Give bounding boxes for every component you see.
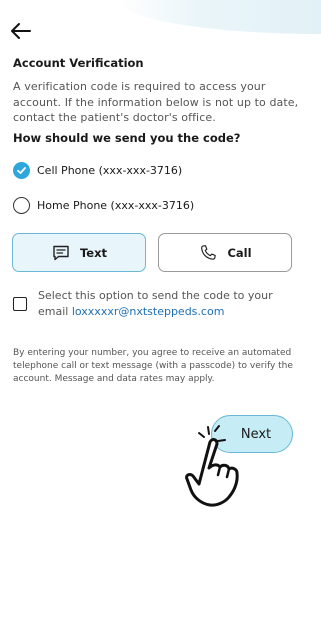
radio-home-phone[interactable]: Home Phone (xxx-xxx-3716)	[13, 197, 194, 214]
email-checkbox[interactable]	[13, 297, 27, 311]
next-button[interactable]: Next	[211, 415, 293, 453]
email-option[interactable]: Select this option to send the code to y…	[13, 288, 298, 319]
call-method-label: Call	[227, 245, 252, 260]
next-button-label: Next	[240, 426, 272, 442]
arrow-left-icon	[11, 23, 31, 39]
verification-description: A verification code is required to acces…	[13, 80, 299, 124]
check-icon	[17, 167, 26, 174]
call-method-button[interactable]: Call	[158, 233, 292, 272]
radio-label-cell-phone: Cell Phone (xxx-xxx-3716)	[37, 164, 183, 177]
radio-button[interactable]	[13, 197, 30, 214]
radio-button-checked[interactable]	[13, 162, 30, 179]
send-code-question: How should we send you the code?	[13, 131, 241, 145]
radio-label-home-phone: Home Phone (xxx-xxx-3716)	[37, 199, 195, 212]
radio-cell-phone[interactable]: Cell Phone (xxx-xxx-3716)	[13, 162, 182, 179]
email-option-text: Select this option to send the code to y…	[38, 288, 298, 319]
header-decoration	[118, 0, 321, 34]
text-method-button[interactable]: Text	[12, 233, 146, 272]
email-address: loxxxxxr@nxtsteppeds.com	[71, 304, 225, 318]
page-title: Account Verification	[13, 56, 144, 70]
back-button[interactable]	[8, 20, 34, 42]
text-method-label: Text	[79, 245, 108, 260]
consent-text: By entering your number, you agree to re…	[13, 348, 293, 384]
message-icon	[51, 243, 71, 263]
phone-icon	[198, 243, 218, 263]
